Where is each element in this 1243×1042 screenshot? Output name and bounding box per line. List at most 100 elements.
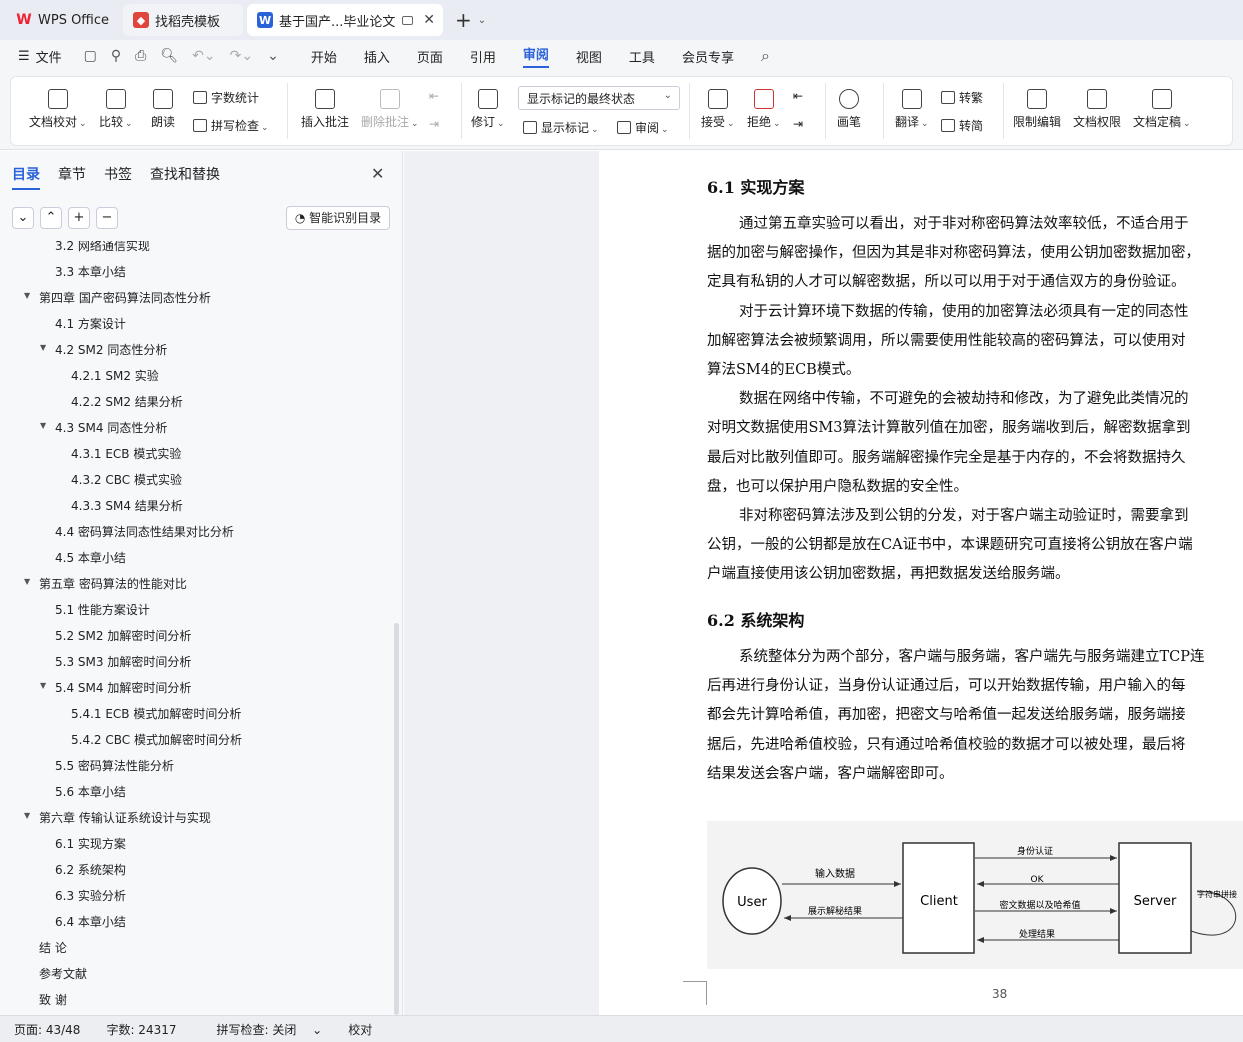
prev-comment-icon[interactable]: ⇤: [429, 89, 439, 103]
toc-item[interactable]: 4.3.1 ECB 模式实验: [71, 445, 181, 462]
tab-template[interactable]: ◆ 找稻壳模板: [123, 4, 244, 36]
monitor-icon[interactable]: [402, 15, 414, 25]
toc-item[interactable]: 3.2 网络通信实现: [55, 241, 150, 254]
toc-expand-icon[interactable]: ▼: [24, 291, 30, 300]
toc-item[interactable]: 5.6 本章小结: [55, 783, 126, 800]
spell-check-status[interactable]: 拼写检查: 关闭 ⌄: [203, 1021, 323, 1038]
more-icon[interactable]: ⌄: [267, 48, 279, 64]
toc-expand-icon[interactable]: ▼: [40, 343, 46, 352]
delete-comment-button[interactable]: 删除批注 ⌄: [361, 89, 419, 130]
close-icon[interactable]: ✕: [371, 164, 384, 183]
accept-button[interactable]: 接受 ⌄: [701, 89, 735, 130]
redo-icon[interactable]: ↷⌄: [230, 48, 253, 64]
toc-expand-icon[interactable]: ▼: [40, 421, 46, 430]
toc-item[interactable]: 5.2 SM2 加解密时间分析: [55, 627, 191, 644]
toc-expand-icon[interactable]: ▼: [24, 811, 30, 820]
expand-icon[interactable]: ⌄: [12, 207, 34, 229]
nav-tab-toc[interactable]: 目录: [12, 164, 40, 190]
next-comment-icon[interactable]: ⇥: [429, 117, 439, 131]
toc-item[interactable]: 参考文献: [39, 965, 87, 982]
nav-tab-bookmark[interactable]: 书签: [104, 164, 132, 190]
translate-button[interactable]: 翻译 ⌄: [895, 89, 929, 130]
to-traditional-button[interactable]: 转繁: [941, 89, 983, 106]
remove-icon[interactable]: −: [96, 207, 118, 229]
prev-change-icon[interactable]: ⇤: [793, 89, 803, 103]
toc-item[interactable]: 4.2.1 SM2 实验: [71, 367, 159, 384]
proofread-status[interactable]: 校对: [348, 1021, 372, 1038]
toc-item[interactable]: 4.3.2 CBC 模式实验: [71, 471, 182, 488]
toc-item[interactable]: ▼ 第四章 国产密码算法同态性分析: [24, 289, 211, 306]
menu-view[interactable]: 视图: [576, 47, 602, 66]
toc-item[interactable]: 5.1 性能方案设计: [55, 601, 150, 618]
toc-item[interactable]: 6.1 实现方案: [55, 835, 126, 852]
compare-button[interactable]: 比较 ⌄: [99, 89, 133, 130]
doc-check-button[interactable]: 文档校对 ⌄: [29, 89, 87, 130]
toc-item[interactable]: 3.3 本章小结: [55, 263, 126, 280]
menu-page[interactable]: 页面: [417, 47, 443, 66]
undo-icon[interactable]: ↶⌄: [192, 48, 215, 64]
share-icon[interactable]: ⚲: [111, 48, 121, 64]
doc-permission-button[interactable]: 文档权限: [1073, 89, 1121, 130]
toc-item[interactable]: ▼ 4.3 SM4 同态性分析: [40, 419, 167, 436]
nav-tab-chapter[interactable]: 章节: [58, 164, 86, 190]
toc-item[interactable]: ▼ 5.4 SM4 加解密时间分析: [40, 679, 191, 696]
show-mark-button[interactable]: 显示标记 ⌄: [523, 119, 599, 136]
toc-item[interactable]: 6.3 实验分析: [55, 887, 126, 904]
toc-item[interactable]: 6.4 本章小结: [55, 913, 126, 930]
menu-member[interactable]: 会员专享: [682, 47, 734, 66]
menu-home[interactable]: 开始: [311, 47, 337, 66]
document-page[interactable]: 6.1 实现方案 通过第五章实验可以看出，对于非对称密码算法效率较低，不适合用于…: [599, 151, 1243, 1015]
toc-item[interactable]: 5.4.1 ECB 模式加解密时间分析: [71, 705, 241, 722]
menu-reference[interactable]: 引用: [470, 47, 496, 66]
toc-expand-icon[interactable]: ▼: [24, 577, 30, 586]
toc-item[interactable]: 4.1 方案设计: [55, 315, 126, 332]
toc-item[interactable]: ▼ 第六章 传输认证系统设计与实现: [24, 809, 211, 826]
word-count[interactable]: 字数: 24317: [106, 1021, 176, 1038]
smart-toc-button[interactable]: ◔ 智能识别目录: [286, 206, 390, 230]
toc-expand-icon[interactable]: ▼: [40, 681, 46, 690]
to-simplified-button[interactable]: 转简: [941, 117, 983, 134]
page-indicator[interactable]: 页面: 43/48: [14, 1021, 80, 1038]
menu-insert[interactable]: 插入: [364, 47, 390, 66]
toc-item[interactable]: 4.3.3 SM4 结果分析: [71, 497, 183, 514]
menu-file[interactable]: 文件: [36, 47, 62, 66]
toc-item[interactable]: 6.2 系统架构: [55, 861, 126, 878]
toc-item[interactable]: 4.4 密码算法同态性结果对比分析: [55, 523, 234, 540]
toc-item[interactable]: 5.3 SM3 加解密时间分析: [55, 653, 191, 670]
chevron-down-icon[interactable]: ⌄: [478, 15, 486, 26]
toc-item[interactable]: ▼ 第五章 密码算法的性能对比: [24, 575, 187, 592]
preview-icon[interactable]: 🔍︎: [160, 48, 178, 64]
tab-wps-office[interactable]: W WPS Office: [6, 4, 119, 36]
close-icon[interactable]: ✕: [423, 12, 435, 28]
print-icon[interactable]: ⎙: [135, 48, 146, 64]
toc-item[interactable]: 5.4.2 CBC 模式加解密时间分析: [71, 731, 242, 748]
next-change-icon[interactable]: ⇥: [793, 117, 803, 131]
save-icon[interactable]: ▢: [84, 48, 97, 64]
toc-item[interactable]: 致 谢: [39, 991, 67, 1008]
word-count-button[interactable]: 字数统计: [193, 89, 259, 106]
spell-check-button[interactable]: 拼写检查 ⌄: [193, 117, 269, 134]
search-icon[interactable]: ⌕: [761, 46, 770, 66]
toc-item[interactable]: 4.2.2 SM2 结果分析: [71, 393, 183, 410]
new-tab-icon[interactable]: +: [455, 8, 472, 32]
pen-button[interactable]: 画笔: [837, 89, 861, 130]
nav-tab-find[interactable]: 查找和替换: [150, 164, 220, 190]
scrollbar[interactable]: [394, 623, 399, 1015]
tab-document[interactable]: W 基于国产...毕业论文 ✕: [247, 4, 444, 36]
doc-finalize-button[interactable]: 文档定稿 ⌄: [1133, 89, 1191, 130]
markup-state-select[interactable]: 显示标记的最终状态 ⌄: [518, 86, 680, 110]
toc-item[interactable]: ▼ 4.2 SM2 同态性分析: [40, 341, 167, 358]
restrict-edit-button[interactable]: 限制编辑: [1013, 89, 1061, 130]
menu-tools[interactable]: 工具: [629, 47, 655, 66]
add-icon[interactable]: +: [68, 207, 90, 229]
insert-comment-button[interactable]: 插入批注: [301, 89, 349, 130]
menu-review[interactable]: 审阅: [522, 44, 549, 68]
read-aloud-button[interactable]: 朗读: [151, 89, 175, 130]
toc-item[interactable]: 5.5 密码算法性能分析: [55, 757, 174, 774]
revise-button[interactable]: 修订 ⌄: [471, 89, 505, 130]
toc-item[interactable]: 结 论: [39, 939, 67, 956]
review-pane-button[interactable]: 审阅 ⌄: [617, 119, 669, 136]
toc-item[interactable]: 4.5 本章小结: [55, 549, 126, 566]
reject-button[interactable]: 拒绝 ⌄: [747, 89, 781, 130]
collapse-icon[interactable]: ⌃: [40, 207, 62, 229]
